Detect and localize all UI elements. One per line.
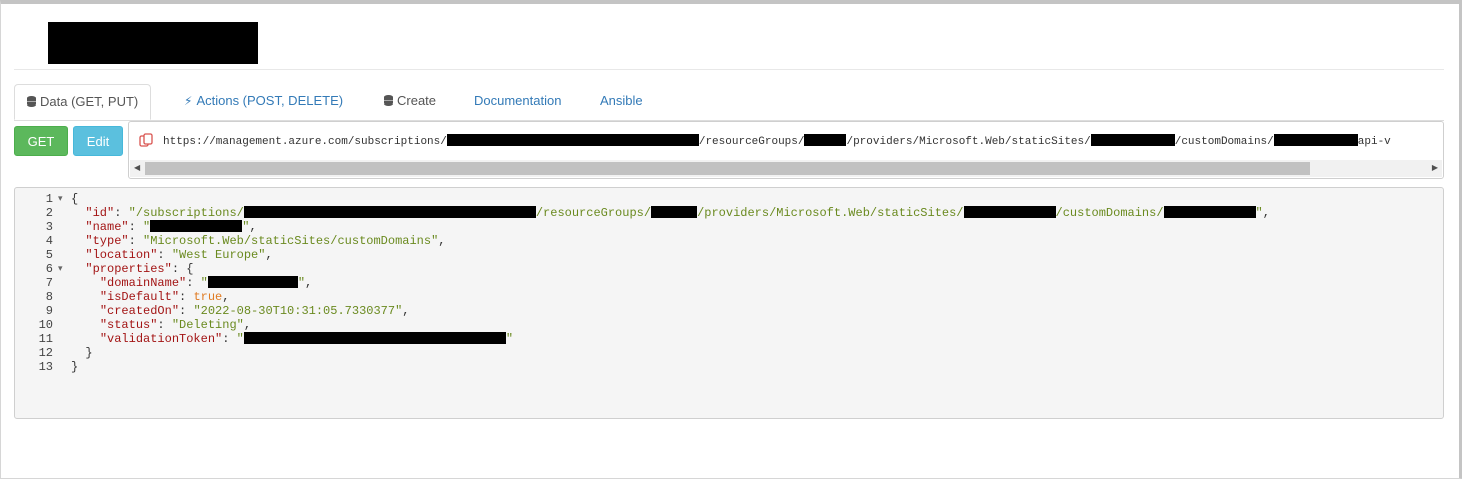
code-line: "domainName": " ", (99, 276, 313, 290)
json-key: "location" (85, 248, 158, 262)
line-number: 5 (45, 248, 53, 262)
header-divider (14, 69, 1444, 70)
code-line: "id": "/subscriptions//resourceGroups//p… (85, 206, 1270, 220)
redacted-domain-name (1273, 134, 1358, 146)
code-line: "name": " ", (85, 220, 257, 234)
json-key: "isDefault" (99, 290, 180, 304)
json-key: "type" (85, 234, 129, 248)
redacted-value (207, 276, 298, 288)
code-line: "isDefault": true, (99, 290, 230, 304)
json-string: /resourceGroups/ (535, 206, 652, 220)
brace: } (71, 360, 79, 374)
code-line: "createdOn": "2022-08-30T10:31:05.733037… (99, 304, 410, 318)
json-string: /providers/Microsoft.Web/staticSites/ (697, 206, 964, 220)
line-number: 8 (45, 290, 53, 304)
edit-button[interactable]: Edit (73, 126, 123, 156)
code-line: { (71, 192, 78, 206)
redacted-value (243, 332, 506, 344)
url-text: https://management.azure.com/subscriptio… (163, 134, 1391, 148)
json-key: "createdOn" (99, 304, 180, 318)
scrollbar-thumb[interactable] (145, 162, 1310, 175)
line-number: 13 (38, 360, 53, 374)
url-segment: /resourceGroups/ (698, 136, 805, 148)
code-line: } (71, 346, 93, 360)
json-string: /customDomains/ (1055, 206, 1164, 220)
url-segment: /providers/Microsoft.Web/staticSites/ (846, 136, 1091, 148)
tab-label: Actions (POST, DELETE) (196, 93, 344, 108)
redacted-value (651, 206, 698, 218)
line-number: 3 (45, 220, 53, 234)
json-key: "name" (85, 220, 129, 234)
redacted-value (150, 220, 243, 232)
copy-link-icon[interactable] (139, 133, 153, 147)
tab-label: Create (397, 93, 437, 108)
code-line: "type": "Microsoft.Web/staticSites/custo… (85, 234, 446, 248)
tab-data-get-put[interactable]: Data (GET, PUT) (14, 84, 152, 120)
line-number: 11 (38, 332, 53, 346)
url-segment: https://management.azure.com/subscriptio… (163, 136, 447, 148)
url-segment: /customDomains/ (1174, 136, 1274, 148)
line-number: 10 (38, 318, 53, 332)
line-number: 4 (45, 234, 53, 248)
brace: { (71, 192, 79, 206)
json-string: "Deleting" (171, 318, 244, 332)
redacted-value (963, 206, 1056, 218)
tab-label: Ansible (600, 93, 643, 108)
tab-create[interactable]: Create (384, 84, 436, 120)
json-key: "domainName" (99, 276, 187, 290)
json-string: "West Europe" (171, 248, 266, 262)
scroll-left-icon[interactable]: ◀ (134, 163, 140, 172)
json-key: "status" (99, 318, 158, 332)
line-number: 2 (45, 206, 53, 220)
tab-label: Documentation (474, 93, 562, 108)
get-button[interactable]: GET (14, 126, 68, 156)
json-key: "id" (85, 206, 115, 220)
scroll-right-icon[interactable]: ▶ (1432, 163, 1438, 172)
redacted-site-name (1090, 134, 1175, 146)
tab-label: Data (GET, PUT) (40, 94, 139, 109)
redacted-title (48, 22, 258, 64)
horizontal-scrollbar[interactable]: ◀ ▶ (130, 160, 1442, 177)
json-key: "properties" (85, 262, 172, 276)
json-key: "validationToken" (99, 332, 223, 346)
line-number: 1 (45, 192, 53, 206)
redacted-value (243, 206, 536, 218)
line-number: 12 (38, 346, 53, 360)
json-boolean: true (193, 290, 223, 304)
bolt-icon: ⚡︎ (184, 94, 193, 108)
url-segment: api-v (1357, 136, 1391, 148)
line-number: 9 (45, 304, 53, 318)
database-icon (384, 95, 393, 106)
redacted-resource-group (804, 134, 847, 146)
line-number-gutter: 1 ▾ 2 3 4 5 6 ▾ 7 8 9 10 11 12 13 (15, 188, 69, 418)
code-line: } (71, 360, 78, 374)
redacted-value (1163, 206, 1256, 218)
json-string: "Microsoft.Web/staticSites/customDomains… (143, 234, 439, 248)
json-string: "2022-08-30T10:31:05.7330377" (193, 304, 403, 318)
code-line: "location": "West Europe", (85, 248, 273, 262)
line-number: 7 (45, 276, 53, 290)
redacted-subscription-id (446, 134, 699, 146)
tab-actions-post-delete[interactable]: ⚡︎ Actions (POST, DELETE) (184, 84, 343, 120)
code-line: "status": "Deleting", (99, 318, 252, 332)
url-field[interactable]: https://management.azure.com/subscriptio… (128, 121, 1444, 179)
line-number: 6 (45, 262, 53, 276)
tab-bar: Data (GET, PUT) ⚡︎ Actions (POST, DELETE)… (14, 84, 1444, 121)
fold-arrow-icon[interactable]: ▾ (58, 192, 63, 206)
code-line: "validationToken": " " (99, 332, 514, 346)
fold-arrow-icon[interactable]: ▾ (58, 262, 63, 276)
tab-ansible[interactable]: Ansible (600, 84, 643, 120)
database-icon (27, 96, 36, 107)
tab-documentation[interactable]: Documentation (474, 84, 561, 120)
json-editor[interactable]: 1 ▾ 2 3 4 5 6 ▾ 7 8 9 10 11 12 13 { "id"… (14, 187, 1444, 419)
json-string: "/subscriptions/ (128, 206, 244, 220)
code-line: "properties": { (85, 262, 194, 276)
